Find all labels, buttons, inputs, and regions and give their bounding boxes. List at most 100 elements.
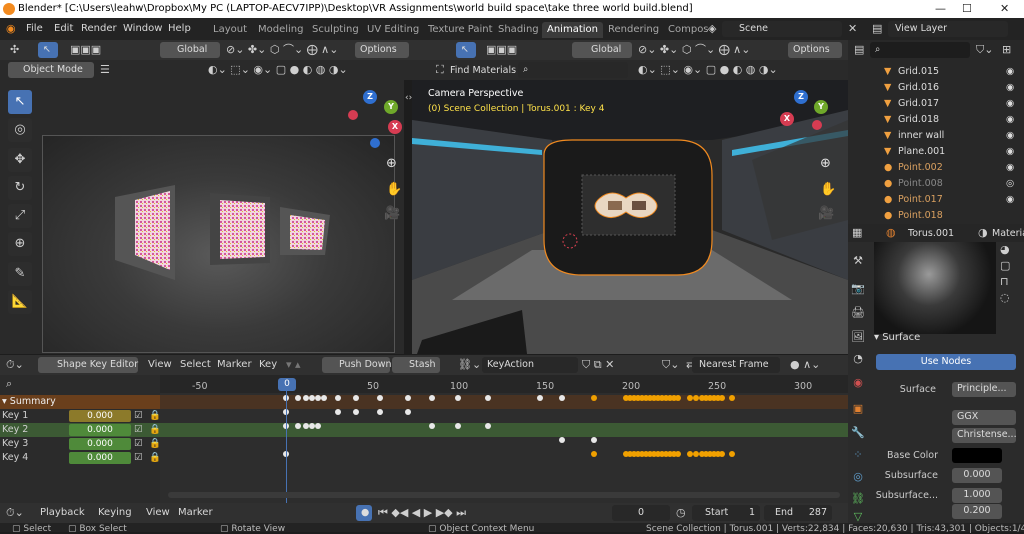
measure-tool-icon[interactable]: 📐 xyxy=(8,290,32,314)
keyframe-marker[interactable] xyxy=(353,409,359,415)
dopesheet-menu-select[interactable]: Select xyxy=(180,359,211,370)
keyframe-marker[interactable] xyxy=(321,395,327,401)
start-frame-field[interactable]: Start 1 xyxy=(692,505,760,521)
keyframe-marker[interactable] xyxy=(377,409,383,415)
outliner-item[interactable]: ● Point.002 ◉ xyxy=(884,162,1014,178)
outliner-item[interactable]: ▼ Grid.015 ◉ xyxy=(884,66,1014,82)
surface-shader-field[interactable]: Principle... xyxy=(952,382,1016,397)
cursor-tool-icon[interactable]: ◎ xyxy=(8,118,32,142)
tab-uv-editing[interactable]: UV Editing xyxy=(362,22,424,38)
data-tab-icon[interactable]: ▽ xyxy=(850,510,866,524)
subsurface-method-dropdown[interactable]: Christense... xyxy=(952,428,1016,443)
key1-channel[interactable]: Key 1 0.000 ☑ 🔒 xyxy=(0,409,161,423)
keyframe-marker[interactable] xyxy=(429,423,435,429)
tab-texture-paint[interactable]: Texture Paint xyxy=(423,22,498,38)
key2-lock-icon[interactable]: 🔒 xyxy=(149,423,161,437)
right-pivot-icon[interactable]: ⊘⌄ ✤⌄ ⬡ ⌒⌄ ⨁ ∧⌄ xyxy=(638,44,750,56)
key4-lock-icon[interactable]: 🔒 xyxy=(149,451,161,465)
menu-help[interactable]: Help xyxy=(168,23,191,34)
use-nodes-button[interactable]: Use Nodes xyxy=(876,354,1016,370)
keyframe-marker[interactable] xyxy=(719,451,725,457)
keyframe-marker[interactable] xyxy=(537,395,543,401)
visibility-icon[interactable]: ◉ xyxy=(1006,194,1014,205)
action-fake-user-icons[interactable]: ⛉ ⧉ ✕ xyxy=(582,359,614,371)
dopesheet-ruler[interactable] xyxy=(160,375,848,393)
keyframe-marker[interactable] xyxy=(405,409,411,415)
pan-hand-icon[interactable]: ✋ xyxy=(386,182,402,197)
object-tab-icon[interactable]: ▣ xyxy=(850,402,866,416)
gizmo-neg-x-icon[interactable] xyxy=(348,110,358,120)
keyframe-marker[interactable] xyxy=(485,395,491,401)
constraints-tab-icon[interactable]: ⛓ xyxy=(850,492,866,506)
tool-tab-icon[interactable]: ⚒ xyxy=(850,254,866,268)
preview-world-icon[interactable]: ◌ xyxy=(1000,292,1010,304)
gizmo-neg-z-icon[interactable] xyxy=(370,138,380,148)
keyframe-marker[interactable] xyxy=(591,395,597,401)
keyframe-marker[interactable] xyxy=(729,395,735,401)
gizmo-x-icon[interactable]: X xyxy=(388,120,402,134)
keyframe-marker[interactable] xyxy=(675,395,681,401)
right-navigation-gizmo[interactable]: Z Y X xyxy=(772,90,832,160)
outliner-item[interactable]: ▼ Grid.016 ◉ xyxy=(884,82,1014,98)
timeline-menu-keying[interactable]: Keying xyxy=(98,507,132,518)
keyframe-marker[interactable] xyxy=(591,437,597,443)
dopesheet-menu-view[interactable]: View xyxy=(148,359,172,370)
key4-mute-checkbox[interactable]: ☑ xyxy=(134,451,143,465)
keyframe-marker[interactable] xyxy=(675,451,681,457)
select-box-tool-icon[interactable]: ↖ xyxy=(8,90,32,114)
visibility-icon[interactable]: ◉ xyxy=(1006,98,1014,109)
subsurface-field[interactable]: 0.000 xyxy=(952,468,1002,483)
end-frame-field[interactable]: End 287 xyxy=(764,505,832,521)
properties-editor-icon[interactable]: ▦ xyxy=(852,227,862,239)
rotate-tool-icon[interactable]: ↻ xyxy=(8,176,32,200)
playhead-line[interactable] xyxy=(286,391,287,503)
subsurface-radius-x-field[interactable]: 1.000 xyxy=(952,488,1002,503)
keyframe-marker[interactable] xyxy=(377,395,383,401)
proportional-edit-icon[interactable]: ● ∧⌄ xyxy=(790,359,820,371)
find-materials-label[interactable]: Find Materials xyxy=(450,65,516,76)
tab-modeling[interactable]: Modeling xyxy=(253,22,309,38)
scale-tool-icon[interactable]: ⤢ xyxy=(8,204,32,228)
world-tab-icon[interactable]: ◉ xyxy=(850,376,866,390)
visibility-icon[interactable]: ◎ xyxy=(1006,178,1014,189)
key1-lock-icon[interactable]: 🔒 xyxy=(149,409,161,423)
editor-type-icon[interactable]: ✣ xyxy=(10,44,19,56)
outliner-search[interactable]: ⌕ xyxy=(870,42,970,58)
menu-file[interactable]: File xyxy=(26,23,43,34)
timeline-menu-marker[interactable]: Marker xyxy=(178,507,213,518)
right-zoom-icon[interactable]: ⊕ xyxy=(820,156,831,171)
keyframe-marker[interactable] xyxy=(429,395,435,401)
viewport-overlay-icons[interactable]: ◐⌄ ⬚⌄ ◉⌄ ▢ ● ◐ ◍ ◑⌄ xyxy=(208,64,348,76)
preview-cloth-icon[interactable]: ⊓ xyxy=(1000,276,1009,288)
outliner-item[interactable]: ▼ inner wall ◉ xyxy=(884,130,1014,146)
channel-search-icon[interactable]: ⌕ xyxy=(6,378,12,390)
camera-view-icon[interactable]: 🎥 xyxy=(384,206,400,221)
preview-sphere-icon[interactable]: ◕ xyxy=(1000,244,1010,256)
action-name-field[interactable]: KeyAction xyxy=(482,357,578,373)
menu-render[interactable]: Render xyxy=(81,23,117,34)
outliner-item[interactable]: ● Point.017 ◉ xyxy=(884,194,1014,210)
right-gizmo-y-icon[interactable]: Y xyxy=(814,100,828,114)
visibility-icon[interactable]: ◉ xyxy=(1006,114,1014,125)
outliner-item[interactable]: ▼ Grid.018 ◉ xyxy=(884,114,1014,130)
key3-mute-checkbox[interactable]: ☑ xyxy=(134,437,143,451)
outliner-item[interactable]: ▼ Grid.017 ◉ xyxy=(884,98,1014,114)
playback-controls-icons[interactable]: ⏮ ◆◀ ◀ ▶ ▶◆ ⏭ xyxy=(378,507,466,519)
visibility-icon[interactable]: ◉ xyxy=(1006,130,1014,141)
keyframe-marker[interactable] xyxy=(335,409,341,415)
render-tab-icon[interactable]: 📷 xyxy=(850,282,866,296)
filter-dopesheet-icon[interactable]: ⛉⌄ xyxy=(662,359,679,371)
tab-compositing[interactable]: Compos xyxy=(663,22,714,38)
dopesheet-menu-marker[interactable]: Marker xyxy=(217,359,252,370)
right-transform-orientation-dropdown[interactable]: Global xyxy=(572,42,632,58)
key4-channel[interactable]: Key 4 0.000 ☑ 🔒 xyxy=(0,451,161,465)
key4-value-field[interactable]: 0.000 xyxy=(69,452,131,464)
key3-value-field[interactable]: 0.000 xyxy=(69,438,131,450)
action-icon[interactable]: ⛓⌄ xyxy=(458,359,481,371)
key2-channel[interactable]: Key 2 0.000 ☑ 🔒 xyxy=(0,423,848,437)
preview-cube-icon[interactable]: ▢ xyxy=(1000,260,1010,272)
gizmo-z-icon[interactable]: Z xyxy=(363,90,377,104)
minimize-button[interactable]: — xyxy=(935,2,946,15)
dopesheet-menu-key[interactable]: Key xyxy=(259,359,277,370)
left-3d-viewport[interactable]: ↖ ◎ ✥ ↻ ⤢ ⊕ ✎ 📐 Z Y X ⊕ ✋ 🎥 xyxy=(0,80,404,354)
